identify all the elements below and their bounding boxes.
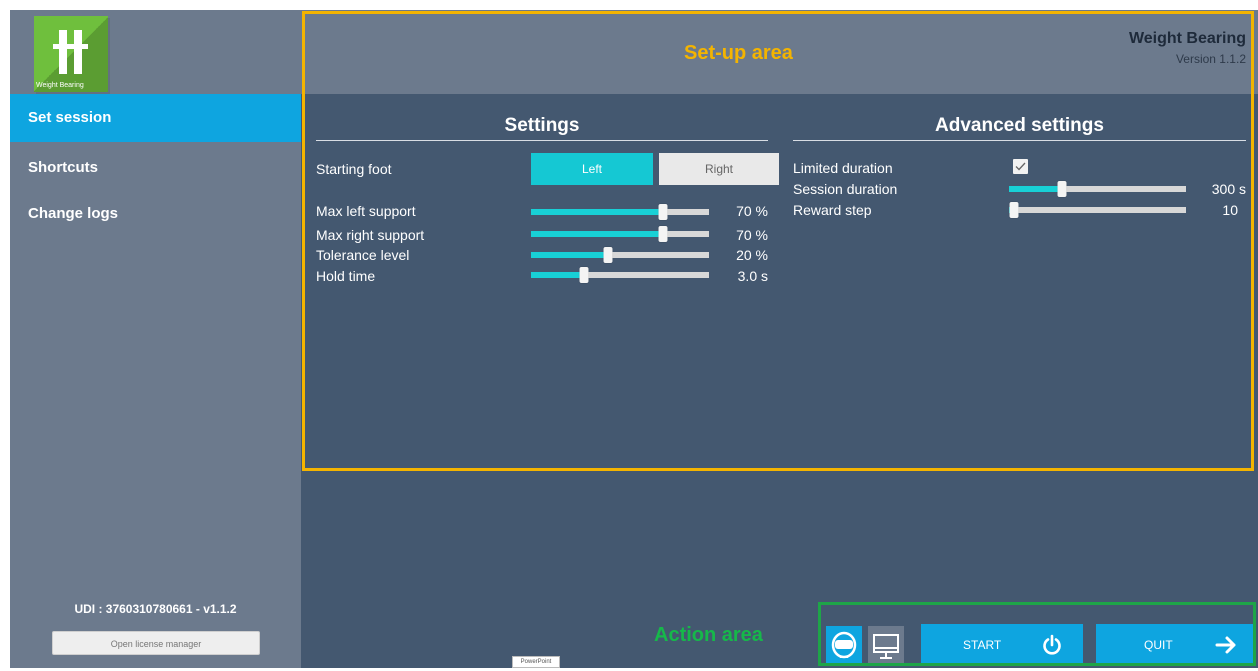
app-version: Version 1.1.2 bbox=[1175, 52, 1246, 66]
tolerance-level-slider[interactable] bbox=[531, 247, 709, 263]
headset-icon bbox=[831, 631, 857, 659]
session-duration-label: Session duration bbox=[793, 181, 898, 197]
sidebar: Weight Bearing Set session Shortcuts Cha… bbox=[10, 10, 301, 668]
settings-divider bbox=[316, 140, 768, 141]
slider-fill bbox=[531, 209, 663, 215]
hold-time-label: Hold time bbox=[316, 268, 376, 284]
limited-duration-label: Limited duration bbox=[793, 160, 893, 176]
power-icon bbox=[1043, 634, 1061, 655]
action-area-label: Action area bbox=[654, 624, 763, 646]
logo-text: Weight Bearing bbox=[36, 82, 84, 89]
max-right-support-value: 70 % bbox=[736, 227, 768, 243]
slider-thumb[interactable] bbox=[579, 267, 589, 283]
start-button-label: START bbox=[963, 638, 1002, 652]
sidebar-item-set-session[interactable]: Set session bbox=[10, 94, 301, 142]
slider-thumb[interactable] bbox=[1057, 181, 1067, 197]
headset-mode-button[interactable] bbox=[826, 626, 862, 666]
arrow-right-icon bbox=[1215, 636, 1236, 654]
sidebar-item-shortcuts[interactable]: Shortcuts bbox=[10, 144, 301, 192]
start-button[interactable]: START bbox=[921, 624, 1083, 666]
limited-duration-checkbox[interactable] bbox=[1013, 159, 1028, 174]
slider-fill bbox=[531, 252, 608, 258]
quit-button-label: QUIT bbox=[1144, 638, 1173, 652]
hold-time-value: 3.0 s bbox=[737, 268, 768, 284]
max-left-support-value: 70 % bbox=[736, 203, 768, 219]
advanced-settings-divider bbox=[793, 140, 1246, 141]
starting-foot-right-button[interactable]: Right bbox=[659, 153, 779, 185]
hold-time-slider[interactable] bbox=[531, 267, 709, 283]
app-logo: Weight Bearing bbox=[34, 16, 108, 92]
quit-button[interactable]: QUIT bbox=[1096, 624, 1256, 666]
powerpoint-tooltip: PowerPoint bbox=[512, 656, 560, 668]
slider-thumb[interactable] bbox=[658, 204, 668, 220]
session-duration-slider[interactable] bbox=[1009, 181, 1186, 197]
tolerance-level-label: Tolerance level bbox=[316, 247, 410, 263]
settings-title: Settings bbox=[504, 115, 580, 136]
session-duration-value: 300 s bbox=[1211, 181, 1246, 197]
slider-thumb[interactable] bbox=[1009, 202, 1019, 218]
open-license-manager-button[interactable]: Open license manager bbox=[52, 631, 260, 655]
slider-track bbox=[1009, 207, 1186, 213]
starting-foot-left-button[interactable]: Left bbox=[531, 153, 653, 185]
reward-step-slider[interactable] bbox=[1009, 202, 1186, 218]
sidebar-item-change-logs[interactable]: Change logs bbox=[10, 190, 301, 238]
slider-fill bbox=[1009, 186, 1063, 192]
starting-foot-label: Starting foot bbox=[316, 161, 392, 177]
slider-fill bbox=[531, 231, 663, 237]
monitor-icon bbox=[873, 634, 899, 659]
reward-step-label: Reward step bbox=[793, 202, 872, 218]
slider-thumb[interactable] bbox=[658, 226, 668, 242]
max-right-support-slider[interactable] bbox=[531, 226, 709, 242]
logo-bar-right bbox=[74, 30, 82, 74]
logo-bar-left bbox=[59, 30, 67, 74]
advanced-settings-title: Advanced settings bbox=[935, 115, 1104, 136]
logo-shadow bbox=[34, 16, 108, 92]
max-left-support-label: Max left support bbox=[316, 203, 416, 219]
checkmark-icon bbox=[1015, 162, 1026, 171]
reward-step-value: 10 bbox=[1222, 202, 1238, 218]
main-panel bbox=[301, 10, 1258, 668]
tolerance-level-value: 20 % bbox=[736, 247, 768, 263]
monitor-mode-button[interactable] bbox=[868, 626, 904, 666]
slider-fill bbox=[531, 272, 585, 278]
setup-area-label: Set-up area bbox=[684, 42, 793, 64]
max-right-support-label: Max right support bbox=[316, 227, 425, 243]
logo-cross-right bbox=[68, 44, 88, 49]
max-left-support-slider[interactable] bbox=[531, 204, 709, 220]
udi-text: UDI : 3760310780661 - v1.1.2 bbox=[74, 602, 237, 616]
slider-thumb[interactable] bbox=[603, 247, 613, 263]
app-title: Weight Bearing bbox=[1128, 30, 1246, 47]
